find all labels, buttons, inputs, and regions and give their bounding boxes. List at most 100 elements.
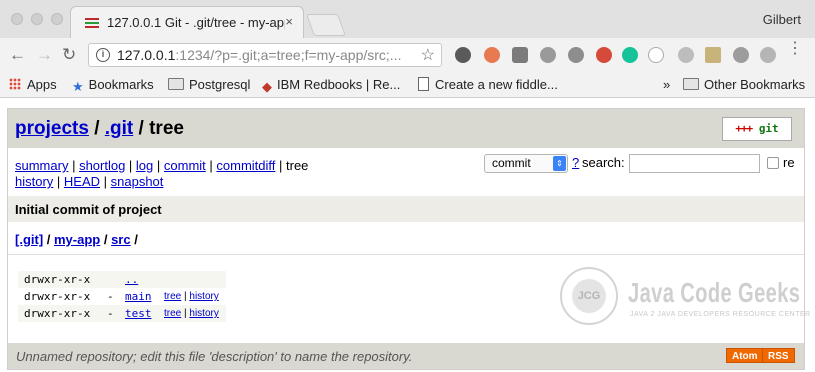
table-row: drwxr-xr-x - test tree | history (18, 305, 226, 322)
evernote-icon[interactable] (455, 47, 471, 63)
table-row: drwxr-xr-x - main tree | history (24, 288, 219, 305)
close-window-button[interactable] (11, 13, 23, 25)
page-icon (418, 77, 429, 91)
bookmarks-overflow-icon[interactable]: » (663, 77, 670, 92)
file-mode: drwxr-xr-x (24, 290, 91, 303)
nav-snapshot[interactable]: snapshot (111, 174, 164, 189)
json-icon[interactable] (648, 47, 664, 63)
profile-name[interactable]: Gilbert (763, 12, 801, 27)
page-footer: Unnamed repository; edit this file 'desc… (8, 343, 804, 369)
forward-icon[interactable]: → (36, 46, 53, 63)
rss-feed-button[interactable]: RSS (762, 348, 795, 363)
dir-link-test[interactable]: test (125, 305, 152, 322)
select-arrows-icon: ⇕ (553, 156, 566, 171)
nav-history[interactable]: history (15, 174, 53, 189)
bookmark-jsfiddle[interactable]: Create a new fiddle... (418, 77, 558, 92)
back-icon[interactable]: ← (9, 46, 26, 63)
commit-title: Initial commit of project (15, 202, 162, 217)
browser-toolbar: ← → ↻ i 127.0.0.1:1234/?p=.git;a=tree;f=… (0, 38, 815, 72)
nav-log[interactable]: log (136, 158, 153, 173)
search-input[interactable] (629, 154, 760, 173)
regex-label: re (783, 155, 795, 170)
url-text[interactable]: 127.0.0.1:1234/?p=.git;a=tree;f=my-app/s… (117, 47, 407, 63)
page-action: tree (149, 118, 184, 139)
history-link[interactable]: history (189, 291, 218, 302)
bookmark-ibm-redbooks[interactable]: ◆ IBM Redbooks | Re... (262, 77, 400, 95)
path-root-link[interactable]: [.git] (15, 232, 43, 247)
dir-link-main[interactable]: main (125, 288, 152, 305)
refresh-icon[interactable] (540, 47, 556, 63)
bookmark-bookmarks[interactable]: ★ Bookmarks (72, 77, 154, 95)
browser-tab[interactable]: 127.0.0.1 Git - .git/tree - my-app × (70, 6, 304, 38)
star-icon: ★ (72, 79, 84, 94)
path-my-app-link[interactable]: my-app (54, 232, 100, 247)
nav-tree-current: tree (286, 158, 309, 173)
calendar-icon[interactable] (678, 47, 694, 63)
atom-feed-button[interactable]: Atom (726, 348, 764, 363)
search-type-select[interactable]: commit ⇕ (484, 154, 568, 173)
gitweb-page: projects / .git / tree +++ git summary |… (7, 108, 810, 370)
ghostery-icon[interactable] (733, 47, 749, 63)
tab-strip: 127.0.0.1 Git - .git/tree - my-app × Gil… (0, 0, 815, 38)
row-links: tree | history (164, 291, 219, 302)
tree-link[interactable]: tree (164, 291, 181, 302)
reload-icon[interactable]: ↻ (62, 46, 76, 63)
path-src-link[interactable]: src (111, 232, 131, 247)
parent-dir-link[interactable]: .. (125, 271, 138, 288)
new-tab-button[interactable] (305, 14, 347, 36)
search-label: search: (582, 155, 625, 170)
apps-grid-icon (9, 78, 21, 90)
info-icon[interactable]: i (96, 48, 110, 62)
close-tab-icon[interactable]: × (285, 14, 293, 29)
git-logo[interactable]: +++ git (722, 117, 792, 141)
nav-commitdiff[interactable]: commitdiff (216, 158, 275, 173)
bookmark-star-icon[interactable]: ☆ (421, 45, 435, 65)
history-link[interactable]: history (189, 308, 218, 319)
path-breadcrumb: [.git] / my-app / src / (15, 232, 138, 247)
tree-link[interactable]: tree (164, 308, 181, 319)
grammarly-icon[interactable] (622, 47, 638, 63)
vpn-icon[interactable] (760, 47, 776, 63)
search-help-link[interactable]: ? (572, 155, 579, 170)
nav-commit[interactable]: commit (164, 158, 206, 173)
file-mode: drwxr-xr-x (24, 307, 91, 320)
page-header: projects / .git / tree +++ git (8, 109, 804, 148)
commit-title-bar[interactable]: Initial commit of project (8, 196, 804, 222)
table-row: drwxr-xr-x .. (18, 271, 226, 288)
redbooks-icon: ◆ (262, 79, 272, 94)
stop-icon[interactable] (484, 47, 500, 63)
folder-icon (683, 78, 699, 90)
projects-link[interactable]: projects (15, 118, 89, 139)
watermark-brand: Java Code Geeks (628, 277, 801, 308)
checklist-icon[interactable] (705, 47, 721, 63)
nav-summary[interactable]: summary (15, 158, 68, 173)
repo-description: Unnamed repository; edit this file 'desc… (16, 349, 413, 364)
nav-head[interactable]: HEAD (64, 174, 100, 189)
watermark-tagline: JAVA 2 JAVA DEVELOPERS RESOURCE CENTER (630, 311, 811, 318)
minimize-window-button[interactable] (31, 13, 43, 25)
sync-icon[interactable] (568, 47, 584, 63)
bookmark-postgresql[interactable]: Postgresql (168, 77, 250, 92)
bookmark-other[interactable]: Other Bookmarks (683, 77, 805, 92)
jcg-logo-icon: JCG (560, 267, 618, 325)
address-bar[interactable]: i 127.0.0.1:1234/?p=.git;a=tree;f=my-app… (88, 43, 442, 67)
regex-checkbox[interactable] (767, 157, 779, 169)
divider (8, 254, 804, 255)
bookmarks-bar: Apps ★ Bookmarks Postgresql ◆ IBM Redbooks… (0, 72, 815, 98)
file-mode: drwxr-xr-x (24, 273, 91, 286)
menu-icon[interactable]: ⋮ (787, 41, 803, 57)
bookmark-apps[interactable]: Apps (9, 77, 57, 92)
row-links: tree | history (164, 308, 219, 319)
maximize-window-button[interactable] (51, 13, 63, 25)
repo-link[interactable]: .git (105, 118, 134, 139)
nav-shortlog[interactable]: shortlog (79, 158, 125, 173)
folder-icon (168, 78, 184, 90)
tab-title: 127.0.0.1 Git - .git/tree - my-app (107, 15, 285, 30)
page-nav: summary | shortlog | log | commit | comm… (15, 158, 309, 189)
git-favicon-icon (85, 18, 99, 28)
watermark-logo: JCG Java Code Geeks JAVA 2 JAVA DEVELOPE… (556, 259, 810, 334)
mail-icon[interactable] (512, 47, 528, 63)
breadcrumb: projects / .git / tree (15, 118, 184, 139)
tree-table: drwxr-xr-x .. drwxr-xr-x - main tree | h… (18, 271, 226, 322)
gmail-icon[interactable] (596, 47, 612, 63)
